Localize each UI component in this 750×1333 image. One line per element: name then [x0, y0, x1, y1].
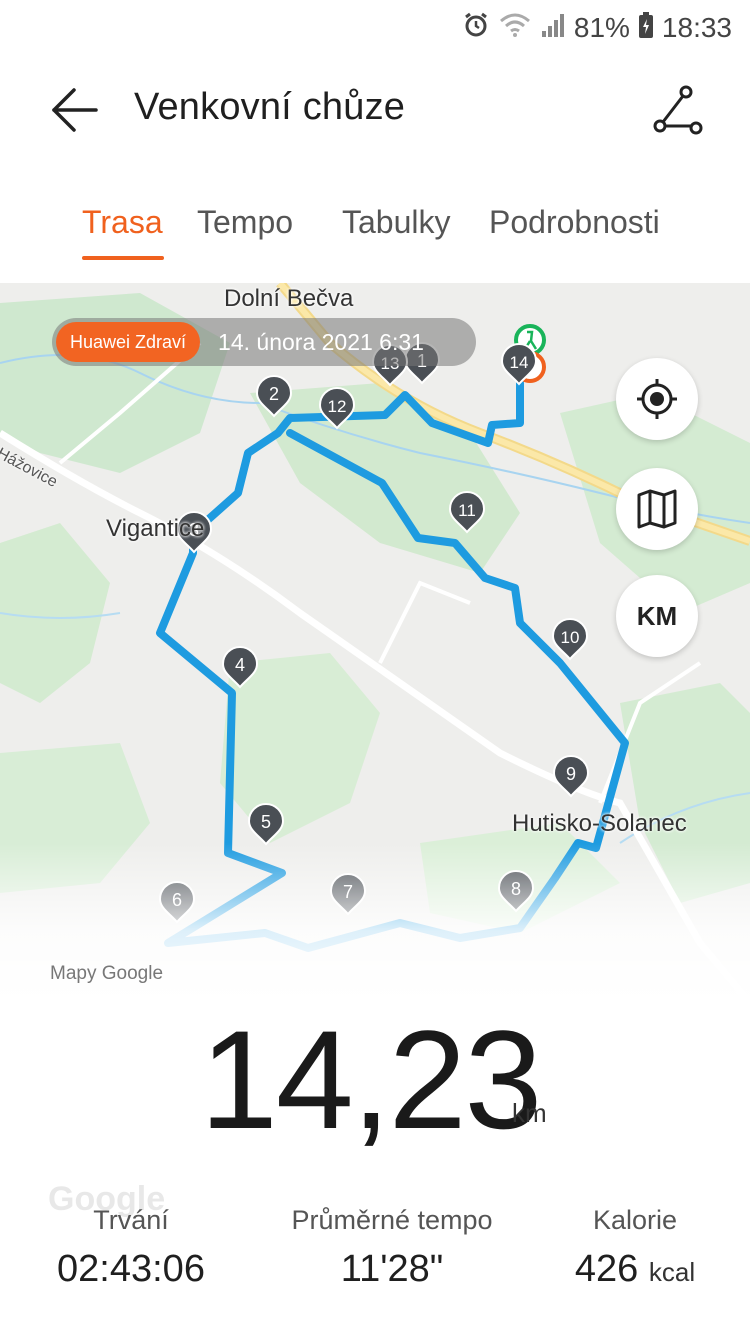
distance-summary: 14,23 km [0, 1010, 750, 1150]
place-label-vigantice: Vigantice [106, 515, 205, 542]
km-marker-label: 14 [510, 353, 529, 372]
stat-duration: Trvání 02:43:06 [40, 1205, 222, 1291]
workout-source-pill: Huawei Zdraví 14. února 2021 6:31 [52, 318, 476, 366]
battery-icon [638, 11, 654, 46]
stat-calories: Kalorie 426 kcal [560, 1205, 710, 1291]
locate-icon [637, 379, 677, 419]
tab-tabulky[interactable]: Tabulky [342, 204, 451, 241]
km-marker-label: 11 [458, 501, 476, 520]
km-marker-label: 9 [566, 764, 576, 784]
km-marker-label: 8 [511, 879, 521, 899]
distance-unit: km [512, 1098, 547, 1128]
km-marker-2[interactable]: 2 [255, 375, 293, 418]
route-share-button[interactable] [648, 82, 706, 140]
tab-trasa[interactable]: Trasa [82, 204, 163, 241]
workout-date: 14. února 2021 6:31 [218, 328, 424, 355]
stat-pace: Průměrné tempo 11'28" [272, 1205, 512, 1291]
place-label-dolni-becva: Dolní Bečva [224, 285, 354, 312]
stat-pace-value: 11'28" [340, 1248, 444, 1290]
km-marker-14[interactable]: 14 [500, 343, 538, 386]
km-marker-label: 10 [561, 628, 580, 647]
stats-row: Trvání 02:43:06 Průměrné tempo 11'28" Ka… [0, 1205, 750, 1305]
status-bar-right: 81% 18:33 [462, 8, 732, 48]
stat-duration-label: Trvání [93, 1205, 169, 1235]
km-marker-5[interactable]: 5 [247, 803, 285, 846]
km-marker-9[interactable]: 9 [552, 755, 590, 798]
map-type-button[interactable] [616, 468, 698, 550]
km-marker-label: 6 [172, 890, 182, 910]
km-marker-label: 5 [261, 812, 271, 832]
km-marker-label: 4 [235, 655, 245, 675]
km-marker-10[interactable]: 10 [551, 618, 589, 661]
page-title: Venkovní chůze [134, 86, 406, 128]
battery-percent: 81% [573, 12, 630, 43]
km-marker-4[interactable]: 4 [221, 646, 259, 689]
km-marker-6[interactable]: 6 [158, 881, 196, 924]
back-button[interactable] [46, 84, 102, 136]
wifi-icon [498, 11, 532, 46]
km-marker-8[interactable]: 8 [497, 870, 535, 913]
stat-calories-unit: kcal [648, 1257, 696, 1287]
km-marker-7[interactable]: 7 [329, 873, 367, 916]
km-marker-12[interactable]: 12 [318, 387, 356, 430]
km-marker-11[interactable]: 11 [448, 491, 486, 534]
route-map[interactable]: 1234567891011121314 Dolní Bečva Vigantic… [0, 283, 750, 1003]
km-marker-label: 12 [328, 397, 347, 416]
clock: 18:33 [661, 12, 732, 43]
active-tab-indicator [82, 256, 164, 260]
stat-calories-label: Kalorie [592, 1205, 678, 1235]
stat-duration-value: 02:43:06 [57, 1248, 205, 1290]
status-bar: 81% 18:33 [0, 0, 750, 56]
locate-button[interactable] [616, 358, 698, 440]
route-icon [653, 85, 703, 135]
distance-value: 14,23 [200, 1001, 542, 1158]
stat-calories-value: 426 [574, 1248, 639, 1290]
tab-bar: Trasa Tempo Tabulky Podrobnosti [0, 196, 750, 266]
unit-toggle-label: KM [636, 600, 678, 631]
map-attribution: Mapy Google [50, 963, 164, 984]
source-tag: Huawei Zdraví [56, 322, 201, 362]
stat-calories-value-row: 426 kcal [560, 1248, 710, 1291]
place-label-hutisko-solanec: Hutisko-Solanec [512, 810, 687, 837]
unit-toggle-button[interactable]: KM [616, 575, 698, 657]
alarm-icon [462, 11, 490, 46]
app-header: Venkovní chůze [0, 56, 750, 166]
km-marker-label: 7 [343, 882, 353, 902]
tab-tempo[interactable]: Tempo [197, 204, 293, 241]
stat-pace-label: Průměrné tempo [291, 1205, 493, 1235]
km-marker-label: 2 [269, 384, 279, 404]
map-icon [637, 489, 677, 529]
tab-podrobnosti[interactable]: Podrobnosti [489, 204, 660, 241]
back-arrow-icon [52, 88, 98, 132]
signal-icon [540, 11, 566, 46]
